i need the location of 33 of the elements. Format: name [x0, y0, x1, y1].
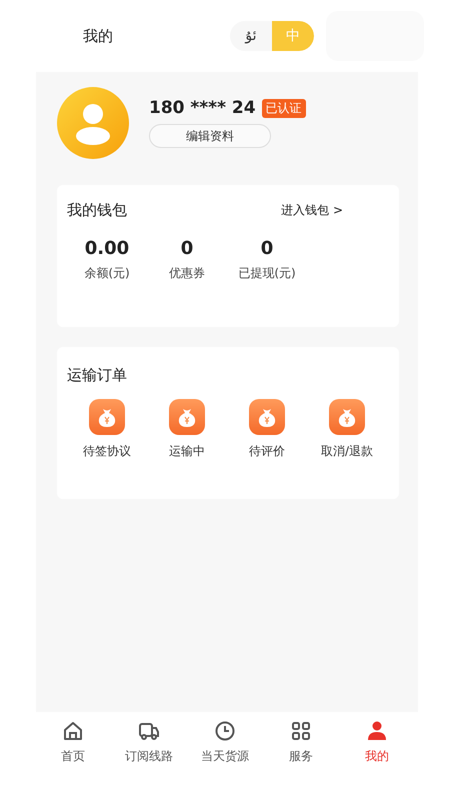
person-icon	[366, 720, 388, 742]
tab-bar-item[interactable]: 首页	[35, 720, 111, 765]
clock-icon	[214, 720, 236, 742]
card-title: 我的钱包	[67, 201, 127, 220]
truck-icon	[138, 720, 160, 742]
tab-bar-item[interactable]: 服务	[263, 720, 339, 765]
order-status-label[interactable]: 取消/退款	[320, 443, 374, 460]
grid-icon	[290, 720, 312, 742]
money-bag-icon[interactable]	[169, 399, 205, 435]
tab-bar-item[interactable]: 我的	[339, 720, 415, 765]
edit-profile-button[interactable]: 编辑资料	[149, 124, 271, 148]
order-status-label[interactable]: 待评价	[249, 443, 285, 460]
stat-label: 优惠券	[169, 265, 205, 282]
language-option[interactable]: ئۇ	[230, 21, 272, 51]
stat-value: 0.00	[84, 238, 130, 259]
home-icon	[62, 720, 84, 742]
money-bag-icon[interactable]	[249, 399, 285, 435]
money-bag-icon[interactable]	[329, 399, 365, 435]
tab-bar-item[interactable]: 订阅线路	[111, 720, 187, 765]
tab-bar-item[interactable]: 当天货源	[187, 720, 263, 765]
verified-badge: 已认证	[262, 98, 306, 118]
stat-value: 0	[180, 238, 194, 259]
stat-value: 0	[260, 238, 274, 259]
order-status-label[interactable]: 运输中	[169, 443, 205, 460]
page-title: 我的	[83, 26, 114, 46]
phone-number: 180 **** 24	[149, 98, 256, 118]
card-title: 运输订单	[67, 366, 127, 384]
order-status-label[interactable]: 待签协议	[83, 443, 131, 460]
stat-label: 已提现(元)	[238, 265, 296, 282]
money-bag-icon[interactable]	[89, 399, 125, 435]
stat-label: 余额(元)	[84, 265, 130, 282]
wallet-link[interactable]: 进入钱包 >	[281, 202, 343, 219]
avatar-icon	[57, 87, 129, 159]
